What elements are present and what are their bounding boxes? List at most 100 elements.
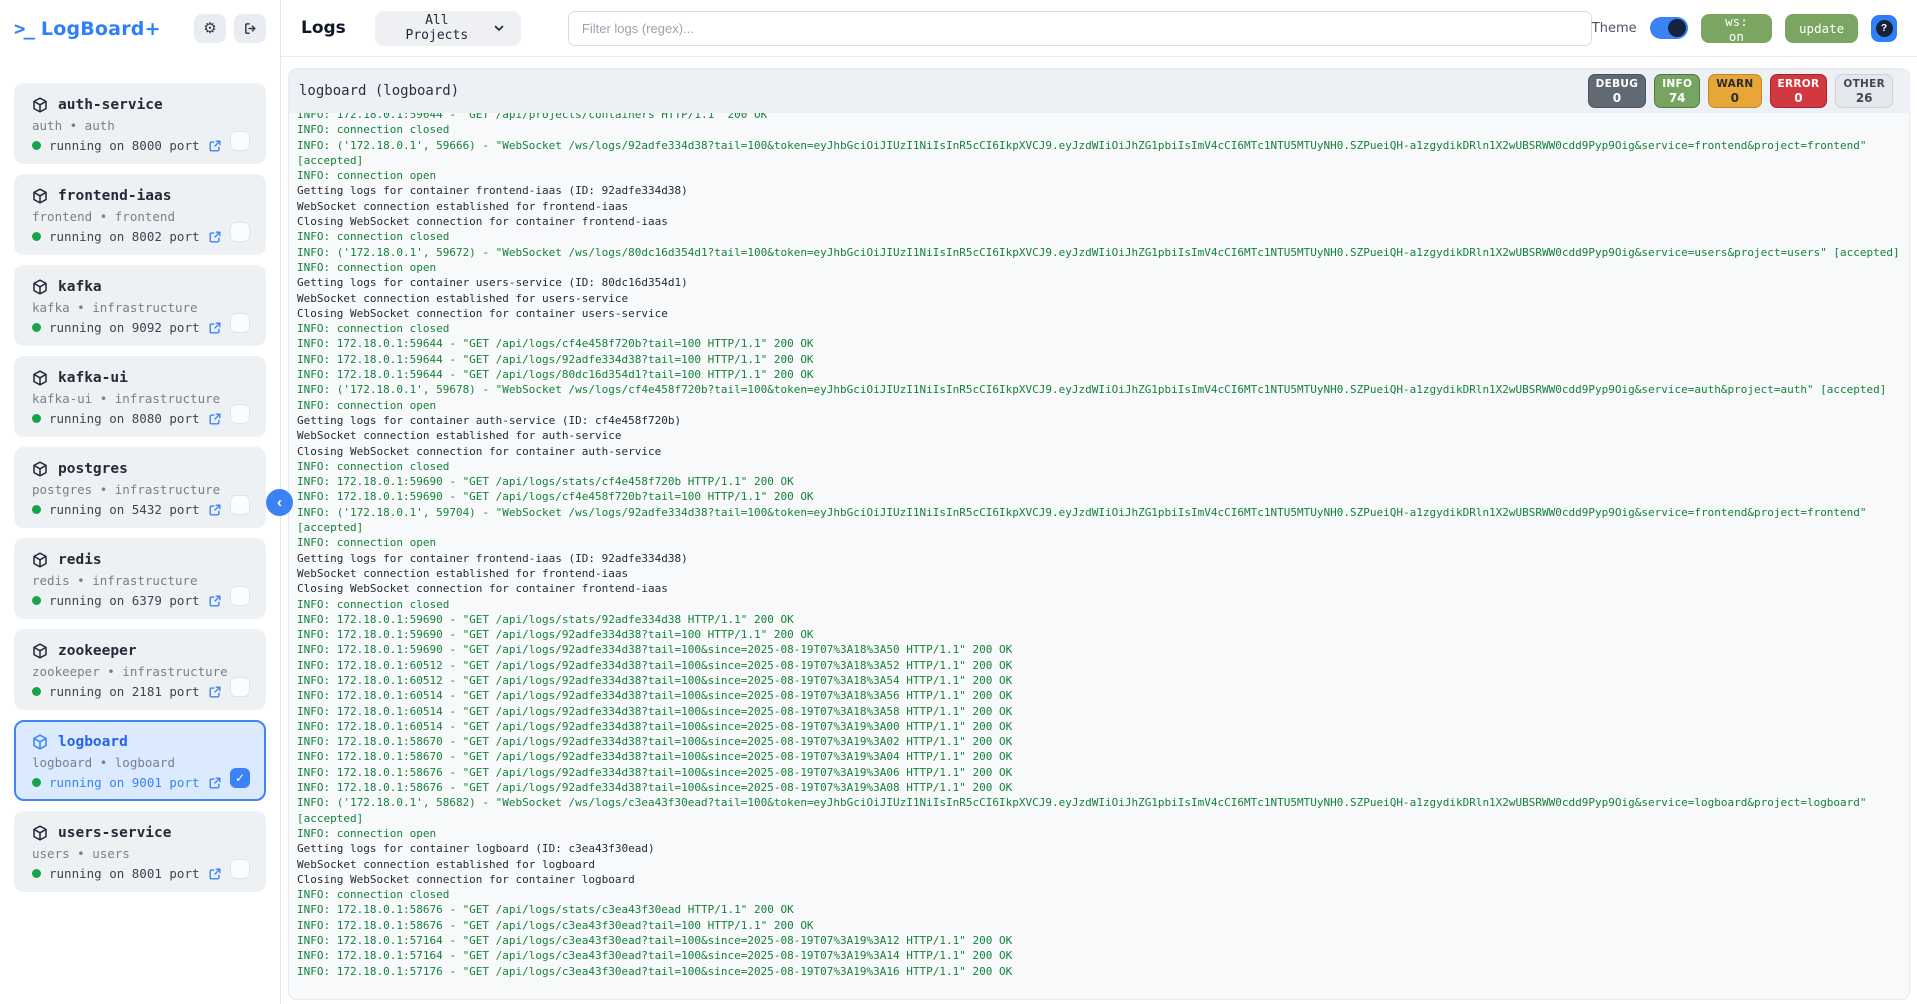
service-card-users-service[interactable]: users-serviceusers • usersrunning on 800… xyxy=(14,811,266,892)
log-line: INFO: 172.18.0.1:59644 - "GET /api/logs/… xyxy=(297,367,1901,382)
running-status-dot xyxy=(32,869,41,878)
package-icon xyxy=(32,188,48,204)
badge-count: 74 xyxy=(1669,91,1686,105)
chevron-down-icon xyxy=(493,22,505,34)
service-checkbox[interactable] xyxy=(230,495,250,515)
open-port-link-icon[interactable] xyxy=(208,139,222,153)
badge-count: 0 xyxy=(1794,91,1802,105)
terminal-prompt-icon: >_ xyxy=(14,18,33,40)
service-card-auth-service[interactable]: auth-serviceauth • authrunning on 8000 p… xyxy=(14,83,266,164)
service-checkbox[interactable] xyxy=(230,859,250,879)
open-port-link-icon[interactable] xyxy=(208,867,222,881)
log-line: INFO: connection closed xyxy=(297,229,1901,244)
service-checkbox[interactable] xyxy=(230,222,250,242)
service-status-text: running on 9092 port xyxy=(49,320,200,335)
open-port-link-icon[interactable] xyxy=(208,412,222,426)
log-line: Closing WebSocket connection for contain… xyxy=(297,872,1901,887)
service-card-postgres[interactable]: postgrespostgres • infrastructurerunning… xyxy=(14,447,266,528)
log-line: WebSocket connection established for fro… xyxy=(297,566,1901,581)
badge-debug[interactable]: DEBUG0 xyxy=(1588,74,1647,108)
open-port-link-icon[interactable] xyxy=(208,230,222,244)
log-line: WebSocket connection established for aut… xyxy=(297,428,1901,443)
log-line: Getting logs for container frontend-iaas… xyxy=(297,183,1901,198)
log-line: INFO: 172.18.0.1:59644 - "GET /api/logs/… xyxy=(297,336,1901,351)
update-button[interactable]: update xyxy=(1785,14,1858,43)
open-port-link-icon[interactable] xyxy=(208,594,222,608)
sidebar-collapse-button[interactable]: ‹ xyxy=(266,489,293,516)
package-icon xyxy=(32,370,48,386)
service-card-kafka-ui[interactable]: kafka-uikafka-ui • infrastructurerunning… xyxy=(14,356,266,437)
service-name: zookeeper xyxy=(58,643,137,659)
settings-button[interactable]: ⚙ xyxy=(194,14,226,43)
service-subtitle: kafka • infrastructure xyxy=(32,300,250,315)
theme-toggle[interactable] xyxy=(1650,17,1688,39)
topbar: Logs All Projects Theme ws: on update ? xyxy=(281,0,1917,57)
badge-count: 0 xyxy=(1613,91,1621,105)
log-line: INFO: 172.18.0.1:60514 - "GET /api/logs/… xyxy=(297,688,1901,703)
log-line: INFO: connection open xyxy=(297,168,1901,183)
help-button[interactable]: ? xyxy=(1871,15,1897,42)
running-status-dot xyxy=(32,141,41,150)
log-line: INFO: ('172.18.0.1', 59678) - "WebSocket… xyxy=(297,382,1901,397)
badge-error[interactable]: ERROR0 xyxy=(1770,74,1828,108)
app-title: LogBoard+ xyxy=(41,18,161,40)
service-name: kafka-ui xyxy=(58,370,128,386)
log-line: INFO: 172.18.0.1:60512 - "GET /api/logs/… xyxy=(297,658,1901,673)
service-card-kafka[interactable]: kafka kafka • infrastructure running on 90… xyxy=(14,265,266,346)
service-checkbox[interactable]: ✓ xyxy=(230,768,250,788)
theme-label: Theme xyxy=(1592,21,1637,36)
log-line: INFO: connection closed xyxy=(297,887,1901,902)
log-line: [accepted] xyxy=(297,520,1901,535)
running-status-dot xyxy=(32,232,41,241)
service-checkbox[interactable] xyxy=(230,677,250,697)
log-line: WebSocket connection established for use… xyxy=(297,291,1901,306)
running-status-dot xyxy=(32,414,41,423)
log-filter-input[interactable] xyxy=(568,11,1592,46)
websocket-status-badge[interactable]: ws: on xyxy=(1701,14,1772,43)
service-checkbox[interactable] xyxy=(230,131,250,151)
service-checkbox[interactable] xyxy=(230,313,250,333)
project-filter-dropdown[interactable]: All Projects xyxy=(375,11,521,46)
log-output[interactable]: INFO: 172.18.0.1:59644 - "GET /api/proje… xyxy=(289,113,1909,999)
log-line: INFO: connection open xyxy=(297,398,1901,413)
log-line: WebSocket connection established for fro… xyxy=(297,199,1901,214)
service-name: users-service xyxy=(58,825,172,841)
service-checkbox[interactable] xyxy=(230,404,250,424)
package-icon xyxy=(32,279,48,295)
badge-other[interactable]: OTHER26 xyxy=(1835,74,1893,108)
log-list: INFO: 172.18.0.1:59644 - "GET /api/proje… xyxy=(297,113,1901,979)
theme-toggle-knob xyxy=(1668,19,1686,37)
log-line: INFO: 172.18.0.1:59690 - "GET /api/logs/… xyxy=(297,627,1901,642)
open-port-link-icon[interactable] xyxy=(208,685,222,699)
service-name: frontend-iaas xyxy=(58,188,172,204)
log-line: INFO: 172.18.0.1:59690 - "GET /api/logs/… xyxy=(297,642,1901,657)
service-card-zookeeper[interactable]: zookeeperzookeeper • infrastructurerunni… xyxy=(14,629,266,710)
service-card-redis[interactable]: redisredis • infrastructurerunning on 63… xyxy=(14,538,266,619)
service-card-frontend-iaas[interactable]: frontend-iaasfrontend • frontendrunning … xyxy=(14,174,266,255)
service-card-logboard[interactable]: logboardlogboard • logboardrunning on 90… xyxy=(14,720,266,801)
open-port-link-icon[interactable] xyxy=(208,776,222,790)
log-line: INFO: 172.18.0.1:58676 - "GET /api/logs/… xyxy=(297,765,1901,780)
log-line: WebSocket connection established for log… xyxy=(297,857,1901,872)
log-panel-header: logboard (logboard) DEBUG0INFO74WARN0ERR… xyxy=(289,69,1909,113)
service-status-text: running on 8001 port xyxy=(49,866,200,881)
badge-label: DEBUG xyxy=(1596,78,1639,91)
log-line: INFO: 172.18.0.1:58676 - "GET /api/logs/… xyxy=(297,780,1901,795)
open-port-link-icon[interactable] xyxy=(208,503,222,517)
service-checkbox[interactable] xyxy=(230,586,250,606)
log-line: INFO: 172.18.0.1:59644 - "GET /api/logs/… xyxy=(297,352,1901,367)
log-line: INFO: ('172.18.0.1', 59704) - "WebSocket… xyxy=(297,505,1901,520)
service-subtitle: kafka-ui • infrastructure xyxy=(32,391,250,406)
sidebar: >_ LogBoard+ ⚙ auth-serviceauth • authru… xyxy=(0,0,281,1004)
running-status-dot xyxy=(32,505,41,514)
service-name: postgres xyxy=(58,461,128,477)
service-status-text: running on 9001 port xyxy=(49,775,200,790)
log-line: Closing WebSocket connection for contain… xyxy=(297,214,1901,229)
log-line: Getting logs for container auth-service … xyxy=(297,413,1901,428)
open-port-link-icon[interactable] xyxy=(208,321,222,335)
badge-warn[interactable]: WARN0 xyxy=(1708,74,1761,108)
service-name: kafka xyxy=(58,279,102,295)
badge-label: INFO xyxy=(1662,78,1692,91)
logout-button[interactable] xyxy=(234,14,266,43)
badge-info[interactable]: INFO74 xyxy=(1654,74,1700,108)
